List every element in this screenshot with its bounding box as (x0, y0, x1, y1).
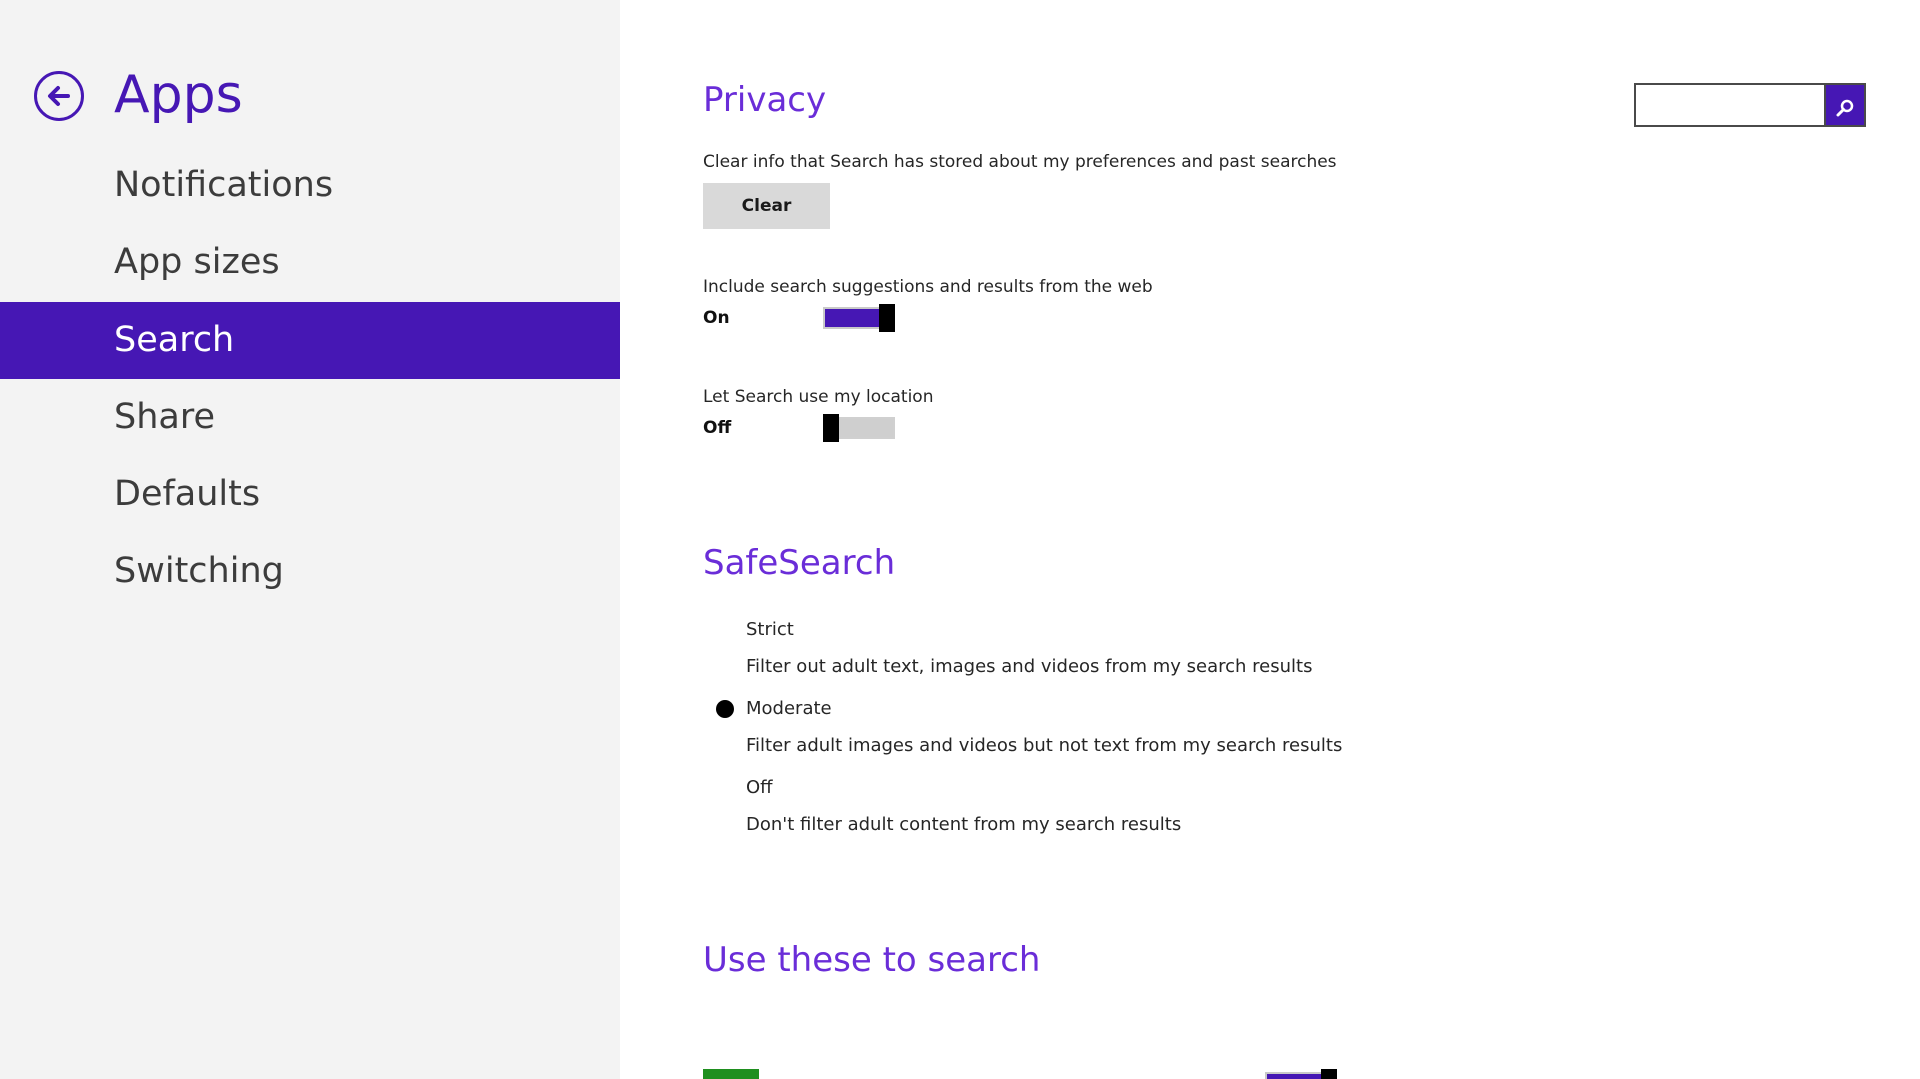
sidebar-item-search[interactable]: Search (0, 302, 620, 379)
sidebar-title: Apps (114, 65, 243, 125)
privacy-heading: Privacy (703, 80, 827, 120)
radio-selected-dot[interactable] (716, 700, 734, 718)
clear-button[interactable]: Clear (703, 183, 830, 229)
sidebar-item-switching[interactable]: Switching (0, 533, 620, 610)
sidebar-item-defaults[interactable]: Defaults (0, 456, 620, 533)
search-input[interactable] (1634, 83, 1824, 127)
settings-window: Apps Notifications App sizes Search Shar… (0, 0, 1920, 1079)
location-label: Let Search use my location (703, 387, 934, 407)
sidebar-item-app-sizes[interactable]: App sizes (0, 224, 620, 301)
toggle-thumb[interactable] (879, 304, 895, 332)
search-icon (1836, 99, 1854, 117)
location-state: Off (703, 418, 732, 438)
web-suggestions-label: Include search suggestions and results f… (703, 277, 1153, 297)
app-tile-icon (703, 1069, 759, 1079)
safesearch-off-option[interactable]: Off (746, 777, 773, 799)
search-button[interactable] (1824, 83, 1866, 127)
web-suggestions-toggle[interactable] (823, 304, 895, 332)
safesearch-moderate-option[interactable]: Moderate (746, 698, 832, 720)
web-suggestions-state: On (703, 308, 730, 328)
safesearch-strict-option[interactable]: Strict (746, 619, 794, 641)
sidebar: Apps Notifications App sizes Search Shar… (0, 0, 620, 1079)
toggle-thumb[interactable] (1321, 1069, 1337, 1079)
safesearch-moderate-description: Filter adult images and videos but not t… (746, 735, 1343, 756)
app-search-toggle[interactable] (1265, 1069, 1337, 1079)
use-these-heading: Use these to search (703, 940, 1041, 980)
location-toggle[interactable] (823, 414, 895, 442)
clear-description: Clear info that Search has stored about … (703, 152, 1337, 172)
sidebar-item-share[interactable]: Share (0, 379, 620, 456)
back-button[interactable] (34, 71, 84, 121)
toggle-thumb[interactable] (823, 414, 839, 442)
sidebar-item-notifications[interactable]: Notifications (0, 147, 620, 224)
safesearch-heading: SafeSearch (703, 543, 896, 583)
safesearch-strict-description: Filter out adult text, images and videos… (746, 656, 1313, 677)
back-arrow-circle-icon (48, 86, 70, 106)
safesearch-off-description: Don't filter adult content from my searc… (746, 814, 1182, 835)
